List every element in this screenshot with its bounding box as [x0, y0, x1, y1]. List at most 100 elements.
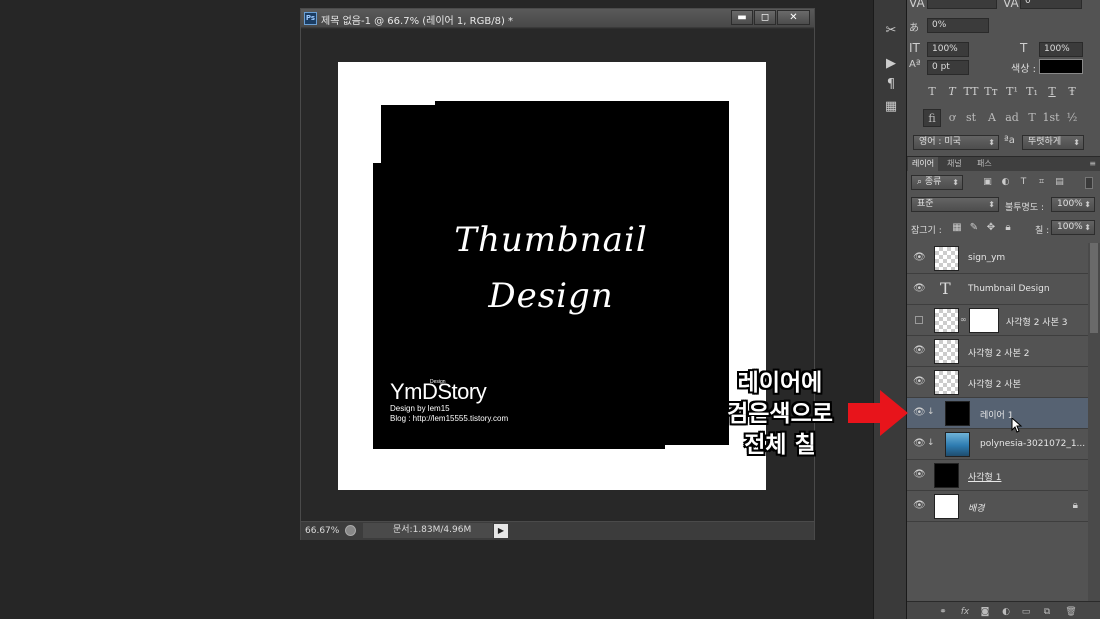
vertical-scale-field[interactable]: 100%: [927, 42, 969, 57]
new-layer-icon[interactable]: ⧉: [1041, 606, 1053, 618]
tsume-field[interactable]: 0%: [927, 18, 989, 33]
baseline-shift-icon: Aª: [909, 59, 921, 70]
filter-kind-select[interactable]: ⌕ 종류: [911, 175, 963, 190]
layers-panel: 레이어 채널 패스 ≡ ⌕ 종류 ▣ ◐ T ⌗ ▤ 표준 불투명도 : 100…: [907, 156, 1100, 619]
layer-row[interactable]: 👁︎ 사각형 1: [907, 460, 1088, 491]
layer-scrollbar[interactable]: [1088, 243, 1100, 601]
document-titlebar[interactable]: Ps 제목 없음-1 @ 66.7% (레이어 1, RGB/8) * ▬ ◻ …: [301, 9, 814, 28]
layer-row[interactable]: 👁︎ 사각형 2 사본 2: [907, 336, 1088, 367]
document-size-info: 문서:1.83M/4.96M: [363, 523, 493, 538]
lock-transparent-icon[interactable]: ▦: [951, 222, 963, 234]
all-caps-button[interactable]: TT: [962, 84, 980, 100]
type-filter-icon[interactable]: T: [1018, 177, 1029, 188]
tab-layers[interactable]: 레이어: [908, 157, 939, 171]
visibility-eye-icon[interactable]: 👁︎: [913, 469, 926, 481]
thumbnail-title-line1: Thumbnail: [454, 220, 648, 260]
visibility-off-box[interactable]: [915, 316, 923, 324]
lock-all-icon[interactable]: 🔒︎: [1002, 222, 1014, 234]
text-color-swatch[interactable]: [1039, 59, 1083, 74]
titling-alternates-button[interactable]: T: [1023, 109, 1041, 127]
swash-button[interactable]: A: [983, 109, 1001, 127]
maximize-button[interactable]: ◻: [754, 10, 776, 25]
layer-row-selected[interactable]: 👁︎ ↓ 레이어 1: [907, 398, 1088, 429]
antialias-select[interactable]: 뚜렷하게: [1022, 135, 1084, 150]
panel-menu-icon[interactable]: ≡: [1089, 159, 1096, 168]
mask-icon[interactable]: ◙: [979, 606, 991, 618]
underline-button[interactable]: T: [1043, 84, 1061, 100]
lock-position-icon[interactable]: ✥: [985, 222, 997, 234]
language-select[interactable]: 영어 : 미국: [913, 135, 999, 150]
small-caps-button[interactable]: Tт: [982, 84, 1000, 100]
tracking-field[interactable]: [927, 0, 997, 9]
visibility-eye-icon[interactable]: 👁︎: [913, 500, 926, 512]
layer-list: 👁︎ sign_ym 👁︎ T Thumbnail Design ∞ 사각형 2…: [907, 243, 1088, 601]
layer-name: 레이어 1: [980, 411, 1014, 421]
layer-row[interactable]: 👁︎ T Thumbnail Design: [907, 274, 1088, 305]
lock-image-icon[interactable]: ✎: [968, 222, 980, 234]
link-icon[interactable]: ⚭: [937, 606, 949, 618]
horizontal-scale-icon: T: [1020, 41, 1028, 55]
tab-channels[interactable]: 채널: [943, 157, 966, 171]
layer-row[interactable]: 👁︎ ↓ polynesia-3021072_1...: [907, 429, 1088, 460]
annotation-callout: 레이어에 검은색으로 전체 칠: [700, 368, 860, 461]
opacity-field[interactable]: 100%: [1051, 197, 1095, 212]
folder-icon[interactable]: ▭: [1020, 606, 1032, 618]
filter-toggle[interactable]: [1085, 177, 1093, 189]
logo-byline: Design by lem15: [390, 404, 450, 413]
adjustment-icon[interactable]: ◐: [1000, 606, 1012, 618]
logo-text: YmDStory: [390, 379, 487, 404]
document-title: 제목 없음-1 @ 66.7% (레이어 1, RGB/8) *: [321, 16, 514, 27]
discretionary-ligature-button[interactable]: ơ: [943, 109, 961, 127]
play-icon[interactable]: ▶: [881, 55, 901, 73]
paragraph-icon[interactable]: ¶: [881, 76, 901, 94]
faux-bold-button[interactable]: T: [923, 84, 941, 100]
scissors-icon[interactable]: ✂: [881, 22, 901, 40]
layer-row[interactable]: 👁︎ 사각형 2 사본: [907, 367, 1088, 398]
superscript-button[interactable]: T¹: [1003, 84, 1021, 100]
visibility-eye-icon[interactable]: 👁︎: [913, 376, 926, 388]
visibility-eye-icon[interactable]: 👁︎: [913, 345, 926, 357]
kerning-field[interactable]: 0: [1020, 0, 1082, 9]
shape-filter-icon[interactable]: ⌗: [1036, 177, 1047, 188]
pixel-filter-icon[interactable]: ▣: [982, 177, 993, 188]
horizontal-scale-field[interactable]: 100%: [1039, 42, 1083, 57]
ligature-button[interactable]: fi: [923, 109, 941, 127]
smart-object-filter-icon[interactable]: ▤: [1054, 177, 1065, 188]
minimize-button[interactable]: ▬: [731, 10, 753, 25]
zoom-level[interactable]: 66.67%: [305, 526, 339, 536]
layer-thumbnail: [934, 463, 959, 488]
faux-italic-button[interactable]: T: [943, 84, 961, 100]
visibility-eye-icon[interactable]: 👁︎: [913, 283, 926, 295]
layer-scrollbar-thumb[interactable]: [1090, 243, 1098, 333]
close-button[interactable]: ✕: [777, 10, 810, 25]
thumbnail-title: Thumbnail Design: [436, 212, 666, 324]
contextual-alternates-button[interactable]: st: [962, 109, 980, 127]
layer-row[interactable]: ∞ 사각형 2 사본 3: [907, 305, 1088, 336]
subscript-button[interactable]: T₁: [1023, 84, 1041, 100]
layer-row[interactable]: 👁︎ sign_ym: [907, 243, 1088, 274]
layer-row[interactable]: 👁︎ 배경 🔒︎: [907, 491, 1088, 522]
trash-icon[interactable]: 🗑︎: [1065, 606, 1077, 618]
opacity-label: 불투명도 :: [1005, 203, 1045, 213]
glyph-icon[interactable]: ▦: [881, 98, 901, 116]
fractions-button[interactable]: ½: [1063, 109, 1081, 127]
fx-icon[interactable]: fx: [959, 606, 971, 618]
visibility-eye-icon[interactable]: 👁︎: [913, 407, 926, 419]
status-info-icon[interactable]: [345, 525, 356, 536]
layer-name: 사각형 2 사본 2: [968, 349, 1030, 359]
fill-label: 칠 :: [1035, 226, 1050, 236]
visibility-eye-icon[interactable]: 👁︎: [913, 252, 926, 264]
fill-field[interactable]: 100%: [1051, 220, 1095, 235]
status-menu-arrow-icon[interactable]: ▶: [494, 524, 508, 538]
baseline-shift-field[interactable]: 0 pt: [927, 60, 969, 75]
ordinals-button[interactable]: 1st: [1042, 109, 1060, 127]
visibility-eye-icon[interactable]: 👁︎: [913, 438, 926, 450]
adjustment-filter-icon[interactable]: ◐: [1000, 177, 1011, 188]
antialias-icon: ªa: [1004, 135, 1015, 146]
strikethrough-button[interactable]: Ŧ: [1063, 84, 1081, 100]
blend-mode-select[interactable]: 표준: [911, 197, 999, 212]
layers-bottom-toolbar: ⚭ fx ◙ ◐ ▭ ⧉ 🗑︎: [907, 601, 1100, 619]
mask-thumbnail[interactable]: [969, 308, 999, 333]
tab-paths[interactable]: 패스: [973, 157, 996, 171]
stylistic-alternates-button[interactable]: ad: [1003, 109, 1021, 127]
